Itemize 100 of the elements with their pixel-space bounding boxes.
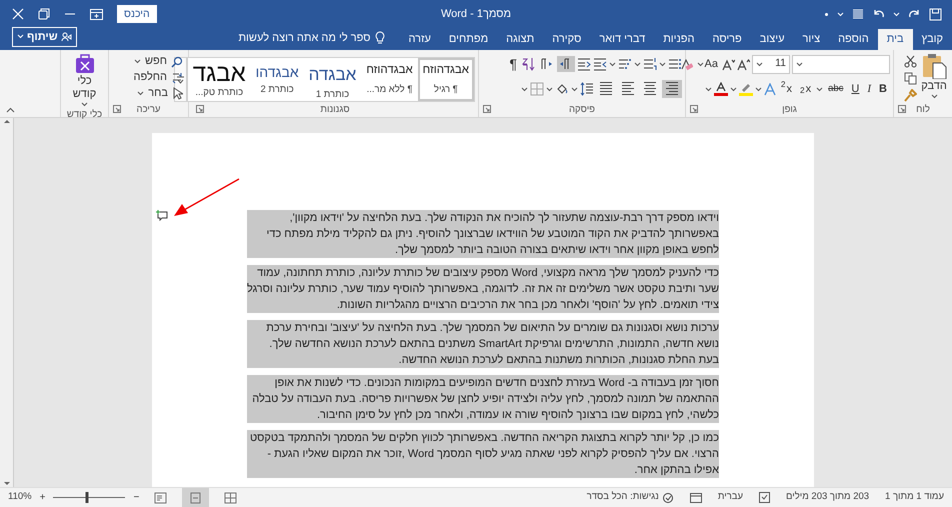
decrease-indent-icon[interactable] xyxy=(593,58,607,70)
style-item[interactable]: אבגדהוזח ¶ ללא מר... xyxy=(361,58,418,101)
bullets-icon[interactable] xyxy=(668,57,682,71)
show-formatting-marks-button[interactable]: ¶ xyxy=(507,55,519,73)
zoom-in-button[interactable]: + xyxy=(40,490,46,506)
zoom-out-button[interactable]: − xyxy=(133,490,140,506)
close-icon[interactable] xyxy=(12,8,24,20)
group-label: עריכה xyxy=(136,104,160,115)
font-size-field[interactable]: 11 xyxy=(752,54,790,74)
share-person-icon xyxy=(60,32,72,42)
view-button[interactable] xyxy=(182,488,210,507)
group-label: לוח xyxy=(916,104,930,115)
replace-button[interactable]: החלפה xyxy=(128,70,185,85)
ribbon-tab[interactable]: פריסה xyxy=(703,29,751,50)
select-button[interactable]: בחר xyxy=(135,86,185,101)
increase-indent-icon[interactable] xyxy=(577,58,591,70)
tell-me-field[interactable]: ספר לי מה אתה רוצה לעשות xyxy=(238,30,370,46)
accessibility-status[interactable]: נגישות: הכל בסדר xyxy=(586,490,659,505)
save-icon[interactable] xyxy=(929,8,942,20)
copy-icon[interactable] xyxy=(904,72,917,85)
word-count[interactable]: 203 מתוך 203 מילים xyxy=(786,490,870,505)
ribbon-display-icon[interactable] xyxy=(90,8,103,20)
collapse-ribbon-icon[interactable] xyxy=(6,107,15,113)
sort-icon[interactable] xyxy=(521,57,535,71)
style-item[interactable]: אבגדה כותרת 1 xyxy=(304,58,362,101)
format-button[interactable]: U xyxy=(848,80,862,98)
justify-icon xyxy=(598,81,614,97)
restore-icon[interactable] xyxy=(38,8,50,20)
shading-icon[interactable] xyxy=(555,82,569,96)
caret-icon xyxy=(634,62,641,66)
document-paragraph: חסוך זמן בעבודה ב- Word בעזרת לחצנים חדשים המופיעים במקומות הנכונים. כדי לשנות את אופן ההתאמה של תמונה למסמך, לחץ עליה ולצידה יופיע לחצן של אפשרויות פריסה. בעת העבודה על טבלה כלשהי, לחץ במקום שבו ברצונך להוסיף שורה או עמודה, ולאחר מכן לחץ על סימן החיבור. xyxy=(247,375,719,423)
ribbon-tab[interactable]: ציור xyxy=(793,29,830,50)
lightbulb-icon[interactable] xyxy=(375,30,386,45)
font-name-field[interactable] xyxy=(792,54,890,74)
caret-icon xyxy=(704,86,712,92)
group-label: גופן xyxy=(782,104,797,115)
caret-icon xyxy=(696,62,704,66)
ribbon-tab[interactable]: הפניות xyxy=(654,29,704,50)
share-button[interactable]: שיתוף xyxy=(12,26,77,47)
format-button[interactable]: x$_{2}$ xyxy=(797,80,814,98)
format-painter-icon[interactable] xyxy=(904,89,917,102)
redo-icon[interactable] xyxy=(908,8,921,20)
document-paragraph: כדי להעניק למסמך שלך מראה מקצועי, Word מספק עיצובים של כותרת עליונה, כותרת תחתונה, עמוד שער ותיבת טקסט אשר משלימים זה את זה. לדוגמה, באפשרותך להוסיף עמוד שער, כותרת עליונה וסרגל צידי תואמים. לחץ על 'הוסף' ולאחר מכן בחר את הרכיבים הרצויים מהגלריות השונות. xyxy=(247,265,719,313)
ribbon-tab[interactable]: דברי דואר xyxy=(590,29,654,50)
accessibility-icon[interactable] xyxy=(662,492,674,504)
ribbon-tab[interactable]: בית xyxy=(878,29,913,50)
caret-icon xyxy=(837,12,844,16)
macro-icon[interactable] xyxy=(690,492,702,503)
dialog-launcher-icon[interactable] xyxy=(483,105,491,113)
line-spacing-icon[interactable] xyxy=(580,82,594,96)
caret-icon xyxy=(134,59,142,64)
dialog-launcher-icon[interactable] xyxy=(690,105,698,113)
right-to-left-button[interactable] xyxy=(557,56,575,72)
ribbon-tab[interactable]: סקירה xyxy=(543,29,590,50)
group-label: סגנונות xyxy=(320,104,350,115)
new-comment-icon[interactable] xyxy=(155,209,168,221)
shrink-font-icon[interactable] xyxy=(722,58,735,70)
editor-tools-button[interactable]: כלי קודש xyxy=(64,53,105,108)
page-count[interactable]: עמוד 1 מתוך 1 xyxy=(885,490,944,505)
language-indicator[interactable]: עברית xyxy=(718,490,744,505)
multilevel-list-icon[interactable] xyxy=(618,57,632,71)
format-button[interactable]: B xyxy=(876,80,890,98)
format-button[interactable]: I xyxy=(864,80,874,98)
more-icon xyxy=(176,76,184,84)
format-button[interactable]: abc xyxy=(825,80,846,98)
text-effects-icon[interactable] xyxy=(764,82,776,96)
highlighter-icon[interactable] xyxy=(738,82,753,96)
paste-button[interactable]: הדבק xyxy=(919,53,949,99)
arrow-annotation xyxy=(172,178,240,216)
alignment-button[interactable] xyxy=(662,80,682,98)
ribbon-tab[interactable]: תצוגה xyxy=(497,29,544,50)
font-color-icon[interactable] xyxy=(714,82,728,96)
undo-icon[interactable] xyxy=(872,8,885,20)
ribbon-tab[interactable]: עזרה xyxy=(399,29,440,50)
caret-icon xyxy=(796,62,803,66)
grow-font-icon[interactable] xyxy=(737,58,750,70)
caret-icon xyxy=(81,102,88,107)
cut-icon[interactable] xyxy=(904,55,917,68)
clear-formatting-icon[interactable] xyxy=(680,58,693,70)
proofing-icon[interactable] xyxy=(759,492,770,503)
change-case-button[interactable]: Aa xyxy=(694,55,720,73)
numbering-icon[interactable] xyxy=(643,57,657,71)
replace-icon xyxy=(171,71,183,84)
ribbon-tab[interactable]: קובץ xyxy=(912,29,952,50)
sign-in-button[interactable]: היכנס xyxy=(117,5,157,23)
ribbon-tab[interactable]: מפתחים xyxy=(440,29,498,50)
list-icon[interactable] xyxy=(852,8,864,20)
style-item[interactable]: אבגדהו כותרת 2 xyxy=(250,58,304,101)
ribbon-tab[interactable]: עיצוב xyxy=(750,29,794,50)
format-button[interactable]: x$^{2}$ xyxy=(778,80,795,98)
zoom-level[interactable]: 110% xyxy=(8,490,32,505)
dialog-launcher-icon[interactable] xyxy=(898,105,906,113)
style-item[interactable]: אבגדהוזח ¶ רגיל xyxy=(418,58,474,101)
dialog-launcher-icon[interactable] xyxy=(113,105,121,113)
zoom-slider-thumb[interactable] xyxy=(86,492,89,503)
ribbon-tab[interactable]: הוספה xyxy=(829,29,878,50)
dot-icon[interactable] xyxy=(824,12,829,16)
find-button[interactable]: חפש xyxy=(132,54,185,69)
style-item[interactable]: אבגד כותרת טק... xyxy=(188,58,251,101)
dialog-launcher-icon[interactable] xyxy=(196,105,204,113)
